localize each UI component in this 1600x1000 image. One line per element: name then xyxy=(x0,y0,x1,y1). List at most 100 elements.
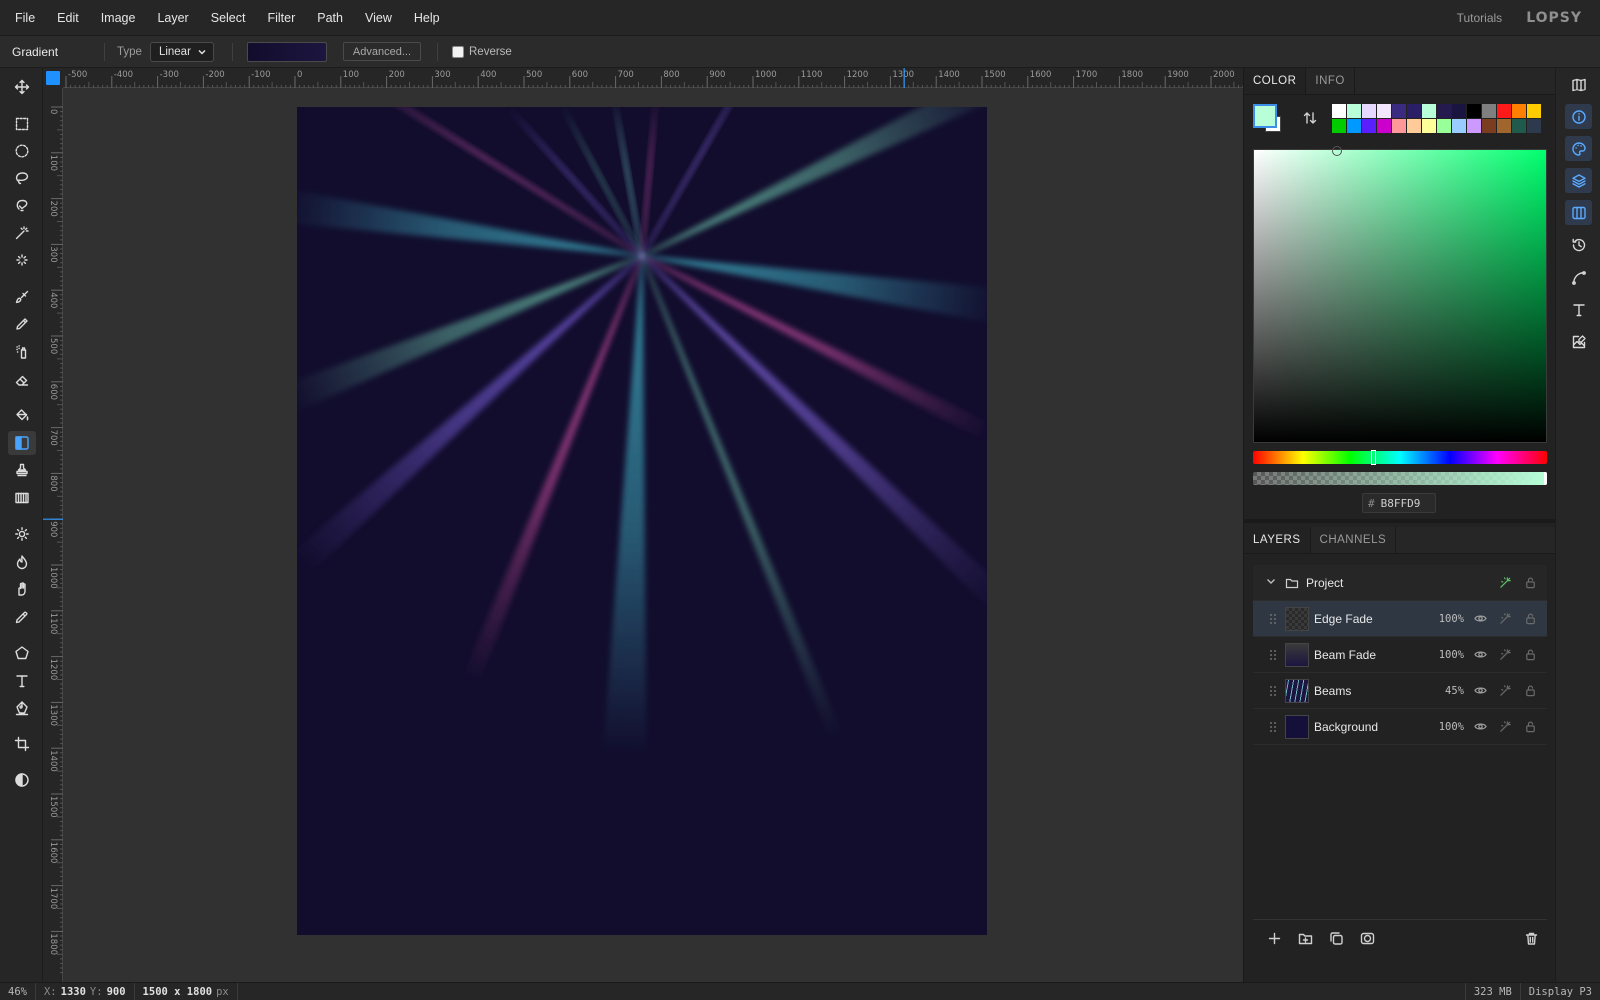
tab-channels[interactable]: CHANNELS xyxy=(1311,527,1397,553)
polygon-tool[interactable] xyxy=(8,641,36,665)
hue-slider-handle[interactable] xyxy=(1371,450,1377,465)
curve-panel-button[interactable] xyxy=(1565,265,1592,290)
menu-file[interactable]: File xyxy=(0,0,46,36)
color-swatch[interactable] xyxy=(1332,104,1346,118)
eraser-tool[interactable] xyxy=(8,368,36,392)
gradient-tool[interactable] xyxy=(8,431,36,455)
brush-tool[interactable] xyxy=(8,285,36,309)
color-swatch[interactable] xyxy=(1512,119,1526,133)
color-swatch[interactable] xyxy=(1422,119,1436,133)
smudge-tool[interactable] xyxy=(8,577,36,601)
color-swatch[interactable] xyxy=(1407,119,1421,133)
info-panel-button[interactable] xyxy=(1565,104,1592,129)
dodge-tool[interactable] xyxy=(8,522,36,546)
tab-color[interactable]: COLOR xyxy=(1244,68,1307,94)
color-swatch[interactable] xyxy=(1452,104,1466,118)
color-swatch[interactable] xyxy=(1527,104,1541,118)
drag-handle-icon[interactable] xyxy=(1267,613,1279,625)
layer-row[interactable]: Edge Fade 100% xyxy=(1253,601,1547,637)
layer-group-project[interactable]: Project xyxy=(1253,565,1547,601)
color-swatch[interactable] xyxy=(1452,119,1466,133)
color-swatch[interactable] xyxy=(1437,104,1451,118)
color-swatch[interactable] xyxy=(1437,119,1451,133)
lock-icon[interactable] xyxy=(1522,575,1538,591)
effects-icon[interactable] xyxy=(1497,683,1513,699)
text-tool[interactable] xyxy=(8,669,36,693)
paint-bucket-tool[interactable] xyxy=(8,403,36,427)
color-swatch[interactable] xyxy=(1377,104,1391,118)
alpha-slider-handle[interactable] xyxy=(1544,472,1547,485)
zoom-level[interactable]: 46% xyxy=(0,982,36,1000)
color-swatch[interactable] xyxy=(1392,104,1406,118)
burn-tool[interactable] xyxy=(8,550,36,574)
quick-select-tool[interactable] xyxy=(8,248,36,272)
layer-row[interactable]: Beam Fade 100% xyxy=(1253,637,1547,673)
pen-tool[interactable] xyxy=(8,696,36,720)
lock-icon[interactable] xyxy=(1522,647,1538,663)
menu-path[interactable]: Path xyxy=(306,0,354,36)
color-profile[interactable]: Display P3 xyxy=(1519,982,1600,1000)
menu-filter[interactable]: Filter xyxy=(256,0,306,36)
color-swatch[interactable] xyxy=(1362,104,1376,118)
menu-layer[interactable]: Layer xyxy=(146,0,199,36)
ruler-left[interactable]: 0 100 200 300 400 500 600 700 800 900 1000 1100 1200… xyxy=(43,88,63,982)
eye-icon[interactable] xyxy=(1472,611,1488,627)
tutorials-link[interactable]: Tutorials xyxy=(1457,11,1503,25)
hex-input[interactable]: # B8FFD9 xyxy=(1362,493,1436,513)
ellipse-select-tool[interactable] xyxy=(8,139,36,163)
magnetic-lasso-tool[interactable] xyxy=(8,193,36,217)
color-swatch[interactable] xyxy=(1407,104,1421,118)
eye-icon[interactable] xyxy=(1472,647,1488,663)
menu-edit[interactable]: Edit xyxy=(46,0,90,36)
ruler-top[interactable]: -500 -400 -300 -200 -100 0 100 200 300 400 500 600 7… xyxy=(63,68,1243,88)
layer-mask-icon[interactable] xyxy=(1357,929,1377,949)
rect-select-tool[interactable] xyxy=(8,112,36,136)
history-panel-button[interactable] xyxy=(1565,232,1592,257)
alpha-slider[interactable] xyxy=(1253,472,1547,485)
eye-icon[interactable] xyxy=(1472,683,1488,699)
layers-panel-button[interactable] xyxy=(1565,168,1592,193)
drag-handle-icon[interactable] xyxy=(1267,649,1279,661)
crop-tool[interactable] xyxy=(8,732,36,756)
color-picker-cursor[interactable] xyxy=(1332,146,1342,156)
color-swatch[interactable] xyxy=(1497,119,1511,133)
duplicate-layer-icon[interactable] xyxy=(1326,929,1346,949)
image-edit-panel-button[interactable] xyxy=(1565,329,1592,354)
add-layer-icon[interactable] xyxy=(1264,929,1284,949)
color-swatch[interactable] xyxy=(1482,104,1496,118)
move-tool[interactable] xyxy=(8,75,36,99)
color-swatch[interactable] xyxy=(1512,104,1526,118)
menu-view[interactable]: View xyxy=(354,0,403,36)
menu-help[interactable]: Help xyxy=(403,0,451,36)
color-swatch[interactable] xyxy=(1482,119,1496,133)
lock-icon[interactable] xyxy=(1522,611,1538,627)
gradient-type-select[interactable]: Linear xyxy=(149,41,214,62)
type-panel-button[interactable] xyxy=(1565,297,1592,322)
spray-tool[interactable] xyxy=(8,340,36,364)
color-swatch[interactable] xyxy=(1362,119,1376,133)
contrast-tool[interactable] xyxy=(8,768,36,792)
artboard[interactable] xyxy=(297,107,987,935)
color-swatch[interactable] xyxy=(1377,119,1391,133)
saturation-value-picker[interactable] xyxy=(1253,146,1547,443)
gradient-preview[interactable] xyxy=(246,41,327,62)
effects-icon[interactable] xyxy=(1497,719,1513,735)
hue-slider[interactable] xyxy=(1253,450,1547,465)
canvas-workspace[interactable] xyxy=(63,88,1243,982)
lock-icon[interactable] xyxy=(1522,719,1538,735)
color-swatch[interactable] xyxy=(1497,104,1511,118)
lasso-tool[interactable] xyxy=(8,166,36,190)
eye-icon[interactable] xyxy=(1472,719,1488,735)
menu-image[interactable]: Image xyxy=(90,0,147,36)
foreground-color-swatch[interactable] xyxy=(1253,104,1277,128)
ruler-corner[interactable] xyxy=(43,68,63,88)
color-swatch[interactable] xyxy=(1347,104,1361,118)
effects-icon[interactable] xyxy=(1497,575,1513,591)
menu-select[interactable]: Select xyxy=(200,0,257,36)
swap-colors-icon[interactable] xyxy=(1302,110,1318,126)
color-swatch[interactable] xyxy=(1347,119,1361,133)
drag-handle-icon[interactable] xyxy=(1267,685,1279,697)
reverse-checkbox[interactable] xyxy=(452,45,464,58)
book-panel-button[interactable] xyxy=(1565,72,1592,97)
color-swatch[interactable] xyxy=(1332,119,1346,133)
